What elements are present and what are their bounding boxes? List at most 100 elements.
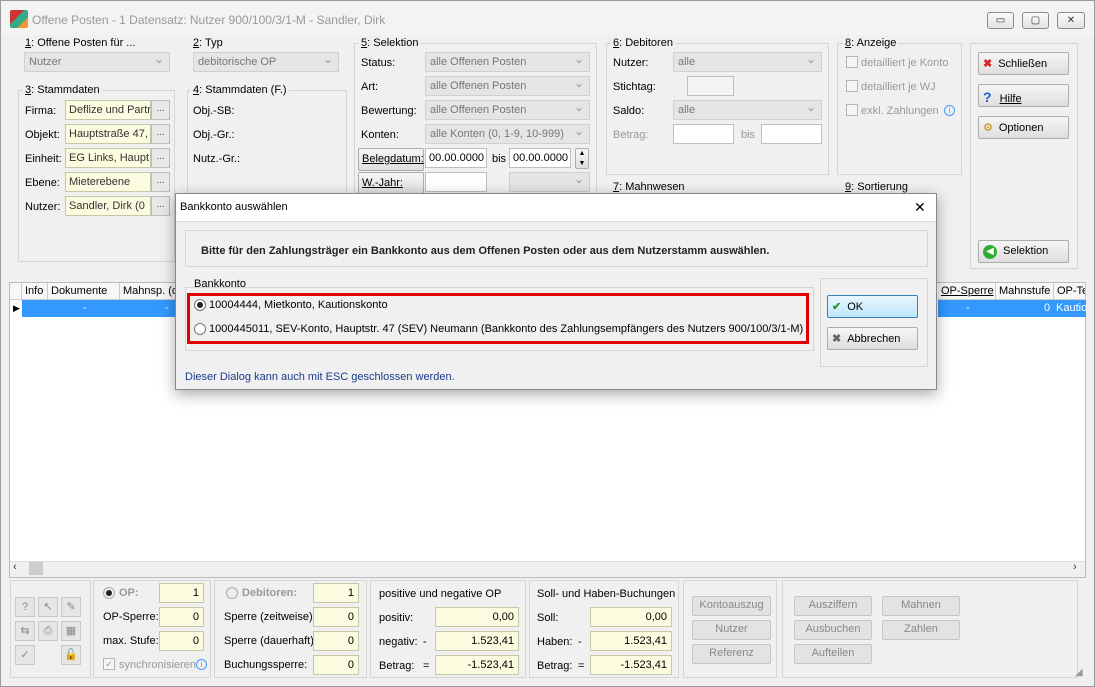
col-header-op-sperre[interactable]: OP-Sperre — [938, 283, 996, 300]
table-icon[interactable]: ▦ — [61, 621, 81, 641]
edit-icon[interactable]: ⇆ — [15, 621, 35, 641]
check-icon[interactable]: ✓ — [15, 645, 35, 665]
col-header-info[interactable]: Info — [22, 283, 48, 300]
obj-sb-label: Obj.-SB: — [193, 105, 235, 117]
optionen-button[interactable]: ⚙ Optionen — [978, 116, 1069, 139]
close-window-button[interactable]: ✕ — [1057, 12, 1085, 29]
sync-checkbox[interactable]: ✓ — [103, 658, 115, 670]
dialog-title-bar: Bankkonto auswählen ✕ — [176, 194, 936, 222]
wjahr-field[interactable] — [425, 172, 487, 192]
abbrechen-button[interactable]: ✖ Abbrechen — [827, 327, 918, 350]
mahnwesen-title: 7: Mahnwesen — [611, 181, 687, 193]
detailliert-konto-label: detailliert je Konto — [861, 57, 949, 69]
stammdaten-title: 3: Stammdaten — [23, 84, 102, 96]
detailliert-wj-checkbox[interactable] — [846, 80, 858, 92]
firma-field[interactable]: Deflize und Partr — [65, 100, 151, 120]
ebene-field[interactable]: Mieterebene — [65, 172, 151, 192]
objekt-label: Objekt: — [25, 129, 60, 141]
bankkonto-option-1-radio[interactable] — [194, 299, 206, 311]
ausbuchen-button[interactable]: Ausbuchen — [794, 620, 872, 640]
konten-select[interactable]: alle Konten (0, 1-9, 10-999) — [425, 124, 590, 144]
bewertung-select[interactable]: alle Offenen Posten — [425, 100, 590, 120]
nutzer-browse-button[interactable]: ... — [151, 196, 170, 216]
sperre-dauerhaft-count: 0 — [313, 631, 359, 651]
schliessen-button[interactable]: ✖ Schließen — [978, 52, 1069, 75]
betrag-from-field[interactable] — [673, 124, 734, 144]
arrow-left-icon: ◀ — [983, 245, 997, 259]
typ-select[interactable]: debitorische OP — [193, 52, 339, 72]
dialog-title: Bankkonto auswählen — [180, 201, 288, 213]
sperre-zeitweise-label: Sperre (zeitweise): — [224, 611, 316, 623]
scroll-left-icon[interactable]: ‹ — [13, 561, 17, 573]
positiv-label: positiv: — [379, 612, 414, 624]
restore-button[interactable]: ▢ — [1022, 12, 1049, 29]
pen-icon[interactable]: ✎ — [61, 597, 81, 617]
positiv-value: 0,00 — [435, 607, 519, 627]
deb-nutzer-select[interactable]: alle — [673, 52, 822, 72]
col-header-op-te[interactable]: OP-Te — [1054, 283, 1086, 300]
close-red-icon: ✖ — [983, 58, 993, 70]
print-icon[interactable]: ⎙ — [38, 621, 58, 641]
dialog-close-button[interactable]: ✕ — [914, 199, 926, 216]
objekt-browse-button[interactable]: ... — [151, 124, 170, 144]
objekt-field[interactable]: Hauptstraße 47, — [65, 124, 151, 144]
einheit-field[interactable]: EG Links, Haupt — [65, 148, 151, 168]
offene-posten-fuer-select[interactable]: Nutzer — [24, 52, 170, 72]
zahlen-button[interactable]: Zahlen — [882, 620, 960, 640]
sync-info-icon[interactable]: i — [196, 659, 207, 670]
exkl-zahlungen-checkbox[interactable] — [846, 104, 858, 116]
dialog-buttons-group — [820, 278, 928, 367]
horizontal-scrollbar[interactable] — [10, 561, 1085, 577]
bankkonto-dialog: Bankkonto auswählen ✕ Bitte für den Zahl… — [175, 193, 937, 390]
nutzer-button[interactable]: Nutzer — [692, 620, 771, 640]
soll-value: 0,00 — [590, 607, 672, 627]
deb-nutzer-label: Nutzer: — [613, 57, 649, 69]
bankkonto-option-1[interactable]: 10004444, Mietkonto, Kautionskonto — [209, 299, 388, 311]
aufteilen-button[interactable]: Aufteilen — [794, 644, 872, 664]
belegdatum-button[interactable]: Belegdatum: — [358, 148, 424, 171]
wjahr-button[interactable]: W.-Jahr: — [358, 172, 424, 195]
einheit-label: Einheit: — [25, 153, 62, 165]
betrag-label: Betrag: — [613, 129, 649, 141]
betrag-to-field[interactable] — [761, 124, 822, 144]
lock-icon[interactable]: 🔓 — [61, 645, 81, 665]
status-select[interactable]: alle Offenen Posten — [425, 52, 590, 72]
belegdatum-from-field[interactable]: 00.00.0000 — [425, 148, 487, 168]
col-header-mahnsp[interactable]: Mahnsp. (c — [120, 283, 176, 300]
cursor-icon[interactable]: ↖ — [38, 597, 58, 617]
wjahr-select[interactable] — [509, 172, 590, 192]
table-row[interactable] — [22, 300, 176, 317]
debitoren-radio[interactable] — [226, 587, 238, 599]
ebene-browse-button[interactable]: ... — [151, 172, 170, 192]
help-small-icon[interactable]: ? — [15, 597, 35, 617]
selektion-button[interactable]: ◀ Selektion — [978, 240, 1069, 263]
col-header-mahnstufe[interactable]: Mahnstufe — [996, 283, 1054, 300]
ok-button[interactable]: ✔ OK — [827, 295, 918, 318]
belegdatum-to-field[interactable]: 00.00.0000 — [509, 148, 571, 168]
minimize-button[interactable]: ▭ — [987, 12, 1014, 29]
mahnen-button[interactable]: Mahnen — [882, 596, 960, 616]
einheit-browse-button[interactable]: ... — [151, 148, 170, 168]
scroll-thumb[interactable] — [29, 562, 43, 575]
hilfe-button[interactable]: ? Hilfe — [978, 84, 1069, 107]
ebene-label: Ebene: — [25, 177, 60, 189]
firma-browse-button[interactable]: ... — [151, 100, 170, 120]
detailliert-konto-checkbox[interactable] — [846, 56, 858, 68]
belegdatum-spinner[interactable]: ▲ ▼ — [575, 148, 589, 169]
bankkonto-option-2[interactable]: 1000445011, SEV-Konto, Hauptstr. 47 (SEV… — [209, 323, 803, 335]
bankkonto-option-2-radio[interactable] — [194, 323, 206, 335]
info-icon[interactable]: i — [944, 105, 955, 116]
kontoauszug-button[interactable]: Kontoauszug — [692, 596, 771, 616]
stichtag-field[interactable] — [687, 76, 734, 96]
ausziffern-button[interactable]: Ausziffern — [794, 596, 872, 616]
saldo-select[interactable]: alle — [673, 100, 822, 120]
scroll-right-icon[interactable]: › — [1073, 561, 1077, 573]
op-radio[interactable] — [103, 587, 115, 599]
dialog-footer: Dieser Dialog kann auch mit ESC geschlos… — [185, 371, 455, 383]
referenz-button[interactable]: Referenz — [692, 644, 771, 664]
art-select[interactable]: alle Offenen Posten — [425, 76, 590, 96]
nutzer-field[interactable]: Sandler, Dirk (0 — [65, 196, 151, 216]
col-header-dokumente[interactable]: Dokumente — [48, 283, 120, 300]
obj-gr-label: Obj.-Gr.: — [193, 129, 235, 141]
resize-grip-icon[interactable]: ◢ — [1075, 667, 1083, 678]
